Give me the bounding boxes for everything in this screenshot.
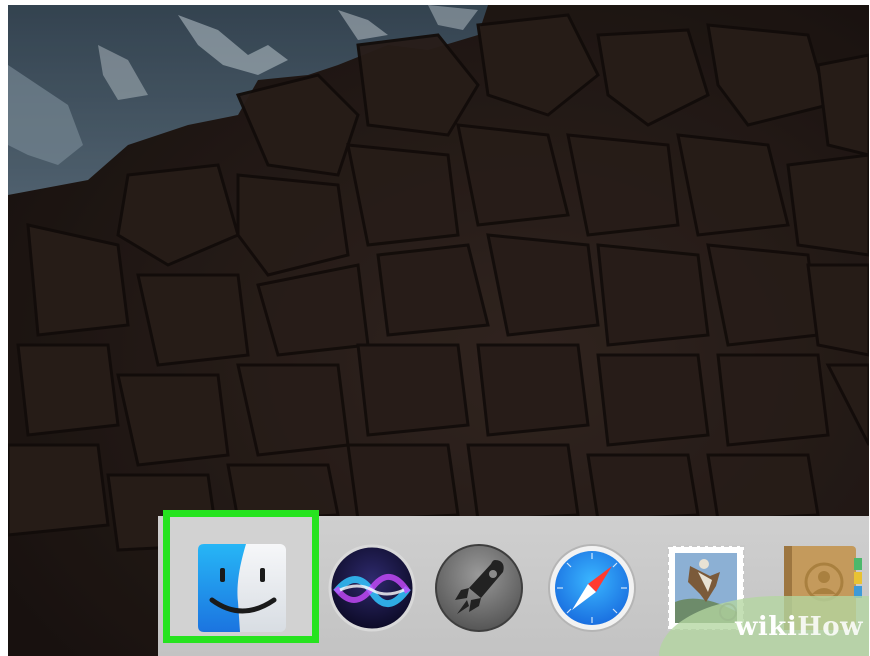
dock-item-siri[interactable]: [326, 542, 418, 634]
dock-item-finder[interactable]: [196, 542, 288, 634]
safari-icon: [548, 544, 636, 632]
launchpad-icon: [435, 544, 523, 632]
finder-icon: [198, 544, 286, 632]
siri-icon: [328, 544, 416, 632]
dock-item-safari[interactable]: [546, 542, 638, 634]
watermark-wiki: wiki: [735, 612, 798, 642]
watermark-how: How: [797, 612, 863, 642]
screen: wikiHow: [8, 5, 869, 656]
dock-item-launchpad[interactable]: [433, 542, 525, 634]
wikihow-watermark: wikiHow: [735, 612, 863, 642]
